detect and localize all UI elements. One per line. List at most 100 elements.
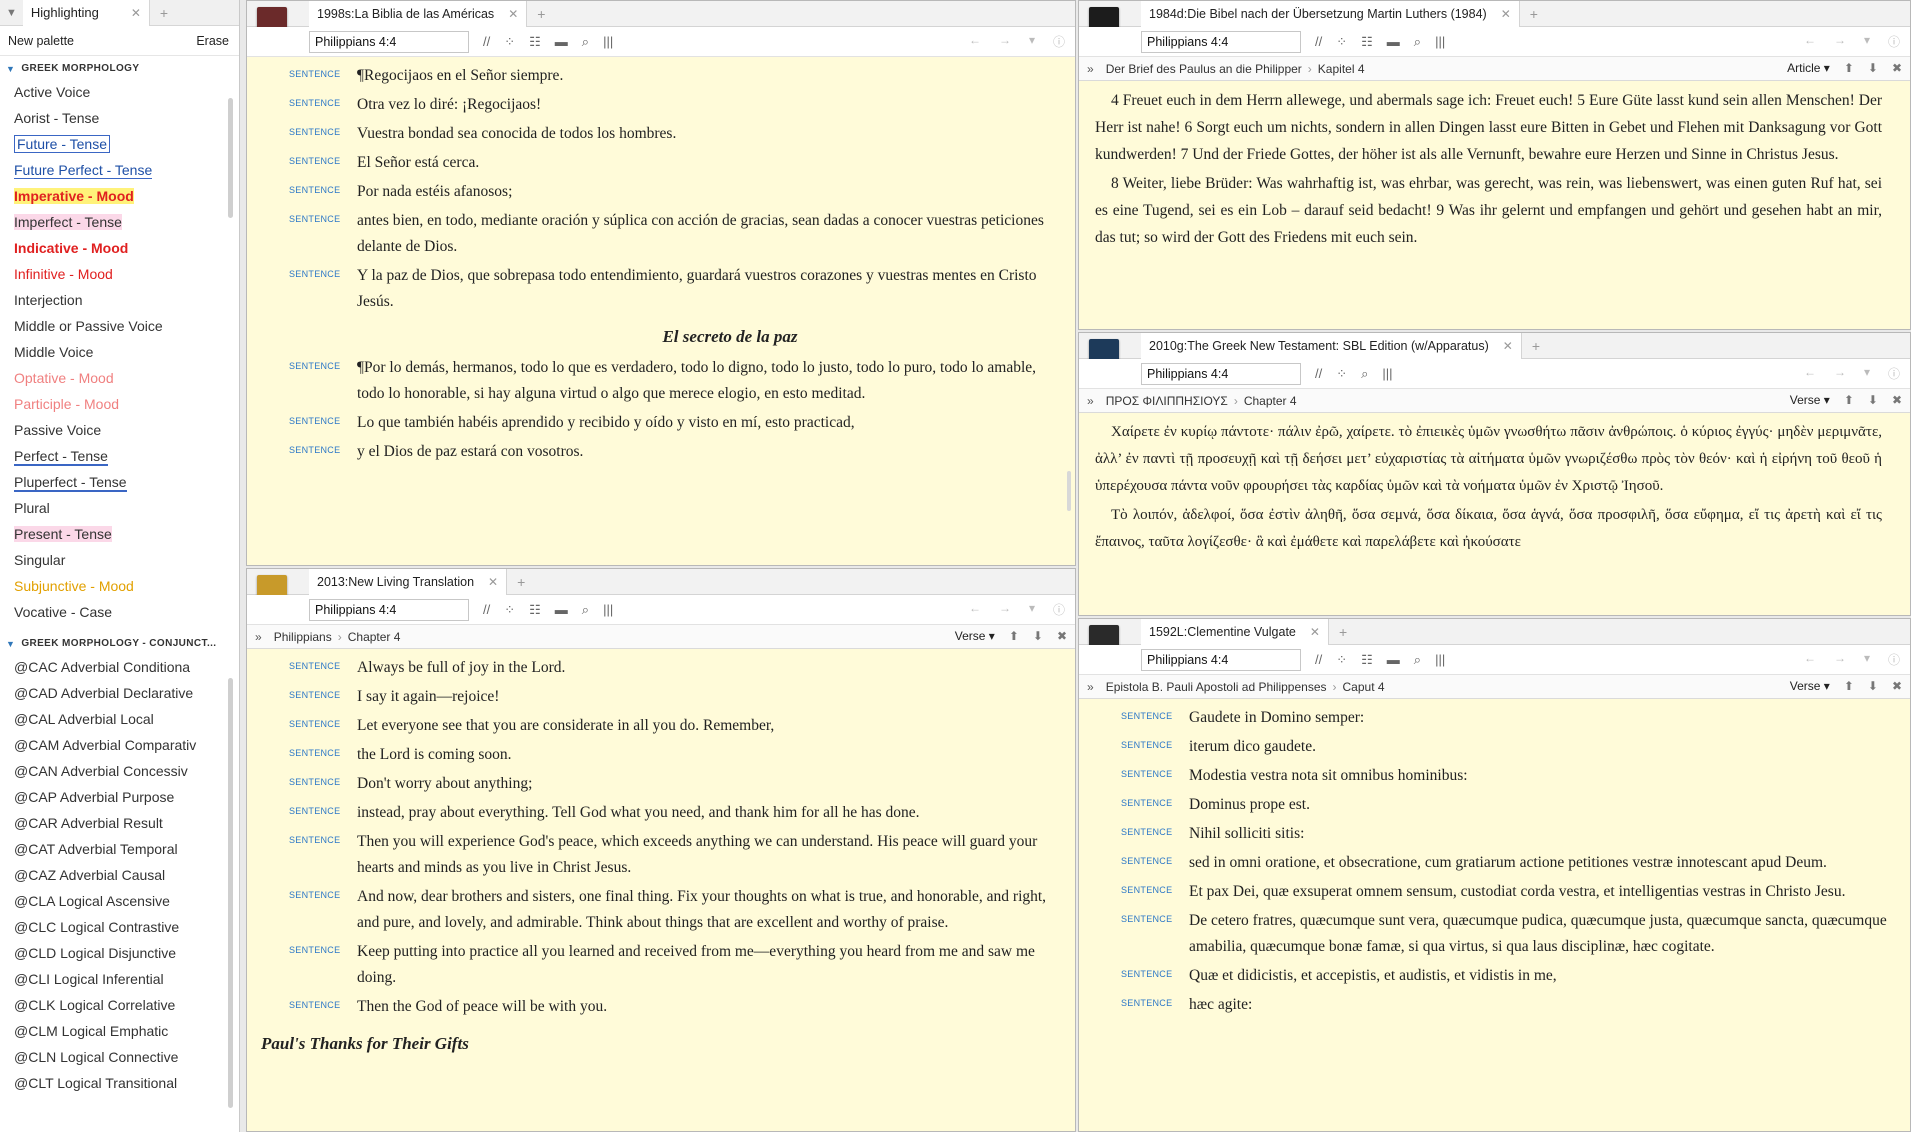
add-tab-icon[interactable]: + [160,5,168,21]
sentence-label[interactable]: SENTENCE [1079,908,1189,960]
search-icon[interactable]: ⌕ [1414,34,1421,50]
panel-menu-icon[interactable]: ▬ [1387,652,1400,667]
sentence-label[interactable]: SENTENCE [1079,879,1189,905]
style-item[interactable]: Singular [0,547,239,573]
close-icon[interactable]: ✖ [1892,393,1902,407]
tab-luther[interactable]: 1984d:Die Bibel nach der Übersetzung Mar… [1141,1,1520,27]
sentence-label[interactable]: SENTENCE [247,63,357,89]
back-icon[interactable]: ← [969,33,981,50]
columns-icon[interactable]: ||| [603,602,613,617]
breadcrumb-chapter[interactable]: Caput 4 [1343,680,1385,694]
style-item[interactable]: @CAT Adverbial Temporal [0,836,239,862]
breadcrumb-book[interactable]: Epistola B. Pauli Apostoli ad Philippens… [1106,680,1327,694]
reference-input[interactable] [1141,362,1301,385]
style-item[interactable]: Plural [0,495,239,521]
style-item[interactable]: Passive Voice [0,417,239,443]
sentence-label[interactable]: SENTENCE [247,800,357,826]
add-tab-icon[interactable]: + [517,574,525,590]
panel-menu-icon[interactable]: ▬ [555,34,568,49]
reference-input[interactable] [309,30,469,53]
list-icon[interactable]: ☷ [1361,652,1373,668]
style-item[interactable]: @CAN Adverbial Concessiv [0,758,239,784]
tab-highlighting[interactable]: Highlighting ✕ [22,0,150,26]
list-icon[interactable]: ☷ [529,602,541,618]
info-icon[interactable]: ⓘ [1888,33,1900,50]
info-icon[interactable]: ⓘ [1888,365,1900,382]
search-icon[interactable]: ⌕ [582,34,589,50]
style-item[interactable]: Indicative - Mood [0,235,239,261]
dropdown-icon[interactable]: ▾ [1864,365,1870,382]
scrollbar[interactable] [228,678,233,1108]
sentence-label[interactable]: SENTENCE [1079,963,1189,989]
style-item[interactable]: @CAM Adverbial Comparativ [0,732,239,758]
sentence-label[interactable]: SENTENCE [1079,821,1189,847]
style-item[interactable]: Pluperfect - Tense [0,469,239,495]
sentence-label[interactable]: SENTENCE [247,410,357,436]
sentence-label[interactable]: SENTENCE [1079,763,1189,789]
view-mode-dropdown[interactable]: Verse ▾ [1790,679,1830,693]
sentence-label[interactable]: SENTENCE [247,439,357,465]
expand-triangle-icon[interactable]: ▼ [6,64,15,74]
style-item[interactable]: Optative - Mood [0,365,239,391]
parallel-icon[interactable]: // [1315,34,1322,49]
sentence-label[interactable]: SENTENCE [247,829,357,881]
style-item[interactable]: @CAD Adverbial Declarative [0,680,239,706]
tab-lbla[interactable]: 1998s:La Biblia de las Américas ✕ [309,1,528,27]
scroll-down-icon[interactable]: ⬇ [1868,61,1878,75]
back-icon[interactable]: ← [969,601,981,618]
add-tab-icon[interactable]: + [537,6,545,22]
close-icon[interactable]: ✕ [1503,339,1513,353]
close-icon[interactable]: ✕ [1310,625,1320,639]
erase-button[interactable]: Erase [196,34,229,48]
style-item[interactable]: @CAL Adverbial Local [0,706,239,732]
close-icon[interactable]: ✕ [131,6,141,20]
tab-sbl[interactable]: 2010g:The Greek New Testament: SBL Editi… [1141,333,1522,359]
forward-icon[interactable]: → [1834,33,1846,50]
style-item[interactable]: @CLD Logical Disjunctive [0,940,239,966]
sentence-label[interactable]: SENTENCE [247,208,357,260]
sentence-label[interactable]: SENTENCE [247,121,357,147]
breadcrumb-book[interactable]: Philippians [274,630,332,644]
sentence-label[interactable]: SENTENCE [247,92,357,118]
sentence-label[interactable]: SENTENCE [247,179,357,205]
parallel-icon[interactable]: // [483,34,490,49]
sentence-label[interactable]: SENTENCE [1079,992,1189,1018]
style-item[interactable]: Infinitive - Mood [0,261,239,287]
list-icon[interactable]: ☷ [529,34,541,50]
sentence-label[interactable]: SENTENCE [1079,734,1189,760]
parallel-icon[interactable]: // [1315,652,1322,667]
add-tab-icon[interactable]: + [1530,6,1538,22]
style-item[interactable]: Future - Tense [0,131,239,157]
scrollbar[interactable] [228,98,233,218]
forward-icon[interactable]: → [999,33,1011,50]
scroll-up-icon[interactable]: ⬆ [1844,679,1854,693]
reference-input[interactable] [1141,648,1301,671]
style-item[interactable]: @CAZ Adverbial Causal [0,862,239,888]
add-tab-icon[interactable]: + [1339,624,1347,640]
forward-icon[interactable]: → [1834,651,1846,668]
style-item[interactable]: Subjunctive - Mood [0,573,239,599]
sentence-label[interactable]: SENTENCE [1079,850,1189,876]
style-item[interactable]: Vocative - Case [0,599,239,625]
parallel-icon[interactable]: // [1315,366,1322,381]
scroll-up-icon[interactable]: ⬆ [1844,393,1854,407]
info-icon[interactable]: ⓘ [1053,33,1065,50]
tab-nlt[interactable]: 2013:New Living Translation ✕ [309,569,508,595]
expand-icon[interactable]: » [1087,394,1094,408]
columns-icon[interactable]: ||| [603,34,613,49]
style-item[interactable]: Middle or Passive Voice [0,313,239,339]
columns-icon[interactable]: ||| [1382,366,1392,381]
dropdown-icon[interactable]: ▾ [1029,33,1035,50]
style-item[interactable]: @CLM Logical Emphatic [0,1018,239,1044]
panel-menu-icon[interactable]: ▬ [1387,34,1400,49]
scroll-up-icon[interactable]: ⬆ [1009,629,1019,643]
expand-icon[interactable]: » [1087,62,1094,76]
scroll-down-icon[interactable]: ⬇ [1868,679,1878,693]
breadcrumb-chapter[interactable]: Chapter 4 [1244,394,1297,408]
sentence-label[interactable]: SENTENCE [247,655,357,681]
close-icon[interactable]: ✖ [1892,679,1902,693]
view-mode-dropdown[interactable]: Verse ▾ [1790,393,1830,407]
tab-vulgate[interactable]: 1592L:Clementine Vulgate ✕ [1141,619,1329,645]
dropdown-icon[interactable]: ▾ [1864,651,1870,668]
back-icon[interactable]: ← [1804,651,1816,668]
